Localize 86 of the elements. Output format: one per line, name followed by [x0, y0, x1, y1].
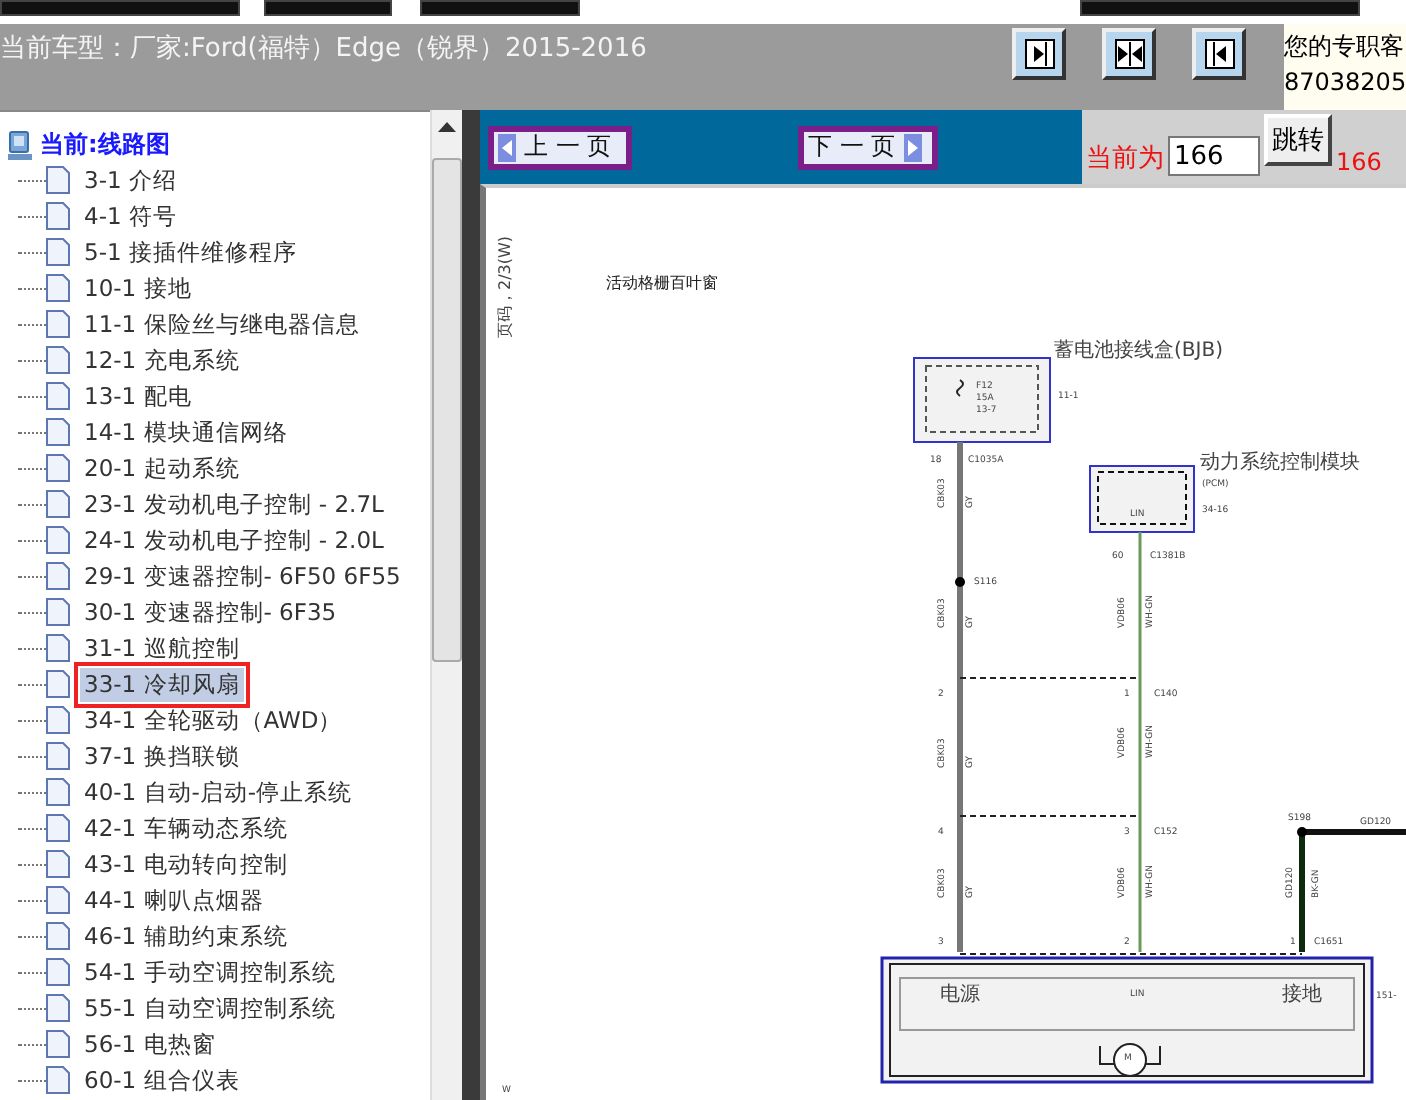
page-total: 166 [1336, 148, 1382, 176]
diagram-label: 电源 [940, 984, 980, 1006]
diagram-label: 接地 [1282, 984, 1322, 1006]
tree-item[interactable]: 29-1 变速器控制- 6F50 6F55 [80, 559, 405, 593]
layout-button[interactable] [1102, 28, 1156, 80]
fuse-box [913, 357, 1051, 443]
tree-item[interactable]: 40-1 自动-启动-停止系统 [80, 775, 357, 809]
tree-item[interactable]: 23-1 发动机电子控制 - 2.7L [80, 487, 388, 521]
tree-item[interactable]: 30-1 变速器控制- 6F35 [80, 595, 341, 629]
tree-item[interactable]: 37-1 换挡联锁 [80, 739, 244, 773]
splice-dot [1297, 827, 1307, 837]
tree-item[interactable]: 55-1 自动空调控制系统 [80, 991, 340, 1025]
tree-item[interactable]: 33-1 冷却风扇 [80, 667, 244, 701]
document-icon [46, 382, 70, 410]
contact-text: 您的专职客 [1284, 30, 1406, 64]
document-icon [46, 526, 70, 554]
layout-button[interactable] [1192, 28, 1246, 80]
document-icon [46, 814, 70, 842]
diagram-label: 动力系统控制模块 [1200, 452, 1360, 474]
previous-page-button[interactable]: 上 一 页 [488, 125, 632, 169]
scrollbar[interactable] [430, 110, 462, 1100]
jump-button[interactable]: 跳转 [1264, 114, 1332, 166]
tree-item[interactable]: 31-1 巡航控制 [80, 631, 244, 665]
fuse-symbol-icon [956, 379, 964, 397]
document-icon [46, 454, 70, 482]
document-icon [46, 346, 70, 374]
document-icon [46, 1066, 70, 1094]
document-icon [46, 778, 70, 806]
document-icon [46, 202, 70, 230]
page-input[interactable]: 166 [1168, 136, 1260, 176]
document-icon [46, 922, 70, 950]
window-tab[interactable] [0, 0, 240, 16]
tree-item[interactable]: 4-1 符号 [80, 199, 181, 233]
layout-button[interactable] [1012, 28, 1066, 80]
document-icon [46, 958, 70, 986]
window-tab[interactable] [264, 0, 392, 16]
contact-text: 87038205 [1284, 66, 1406, 100]
tree-root-label[interactable]: 当前:线路图 [40, 128, 170, 162]
tree-item[interactable]: 10-1 接地 [80, 271, 196, 305]
document-icon [46, 166, 70, 194]
page-label: 当前为 [1086, 142, 1164, 176]
document-icon [46, 418, 70, 446]
tree-item[interactable]: 56-1 电热窗 [80, 1027, 220, 1061]
tree-item[interactable]: 42-1 车辆动态系统 [80, 811, 292, 845]
tree-item[interactable]: 34-1 全轮驱动（AWD） [80, 703, 347, 737]
tree-item[interactable]: 12-1 充电系统 [80, 343, 244, 377]
motor-icon [1099, 1043, 1161, 1077]
splice-dot [955, 577, 965, 587]
diagram-title: 活动格栅百叶窗 [606, 274, 718, 292]
document-icon [46, 1030, 70, 1058]
scrollbar-thumb[interactable] [432, 158, 462, 662]
document-icon [46, 850, 70, 878]
window-tab[interactable] [1080, 0, 1360, 16]
document-icon [46, 634, 70, 662]
document-icon [46, 562, 70, 590]
tree-item[interactable]: 5-1 接插件维修程序 [80, 235, 301, 269]
tree-item[interactable]: 60-1 组合仪表 [80, 1063, 244, 1097]
tree-item[interactable]: 14-1 模块通信网络 [80, 415, 292, 449]
tree-item[interactable]: 43-1 电动转向控制 [80, 847, 292, 881]
document-icon [46, 238, 70, 266]
tree-item[interactable]: 46-1 辅助约束系统 [80, 919, 292, 953]
document-icon [46, 886, 70, 914]
document-icon [46, 670, 70, 698]
computer-icon [6, 129, 34, 161]
tree-item[interactable]: 20-1 起动系统 [80, 451, 244, 485]
window-tab[interactable] [420, 0, 580, 16]
document-icon [46, 310, 70, 338]
document-icon [46, 706, 70, 734]
tree-item[interactable]: 11-1 保险丝与继电器信息 [80, 307, 364, 341]
tree-item[interactable]: 24-1 发动机电子控制 - 2.0L [80, 523, 388, 557]
tree-item[interactable]: 44-1 喇叭点烟器 [80, 883, 268, 917]
next-page-button[interactable]: 下 一 页 [798, 125, 938, 169]
vehicle-title: 当前车型：厂家:Ford(福特）Edge（锐界）2015-2016 [0, 32, 649, 66]
document-icon [46, 274, 70, 302]
right-arrow-icon [903, 133, 922, 161]
document-icon [46, 598, 70, 626]
document-icon [46, 994, 70, 1022]
tree-item[interactable]: 3-1 介绍 [80, 163, 181, 197]
document-icon [46, 490, 70, 518]
tree-item[interactable]: 54-1 手动空调控制系统 [80, 955, 340, 989]
page-reference: 页码，2/3(W) [496, 235, 514, 338]
tree-item[interactable]: 13-1 配电 [80, 379, 196, 413]
diagram-label: 蓄电池接线盒(BJB) [1054, 340, 1223, 362]
left-arrow-icon [498, 133, 516, 161]
document-icon [46, 742, 70, 770]
control-module-box [1089, 465, 1195, 533]
